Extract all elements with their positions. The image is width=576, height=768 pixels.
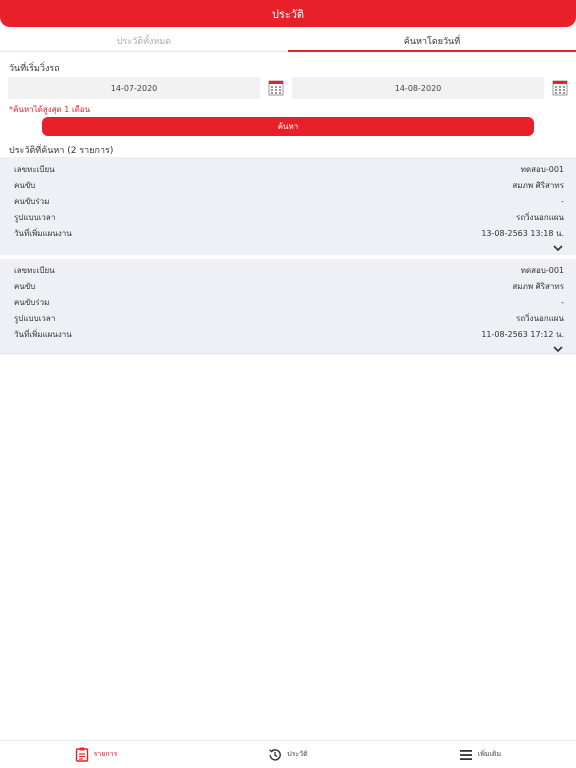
menu-icon <box>459 749 472 760</box>
card-row-driver: คนขับ สมภพ ศิริสาทร <box>14 279 564 293</box>
row-label: เลขทะเบียน <box>14 164 55 174</box>
list-clipboard-icon <box>75 747 88 762</box>
card-row-co-driver: คนขับร่วม - <box>14 295 564 309</box>
row-value: ทดสอบ-001 <box>520 164 564 174</box>
nav-item-list[interactable]: รายการ <box>0 741 192 768</box>
row-label: คนขับร่วม <box>14 196 50 206</box>
card-row-co-driver: คนขับร่วม - <box>14 194 564 208</box>
end-date-input[interactable] <box>292 77 544 99</box>
card-row-driver: คนขับ สมภพ ศิริสาทร <box>14 178 564 192</box>
row-label: วันที่เพิ่มแผนงาน <box>14 329 72 339</box>
card-row-time-type: รูปแบบเวลา รถวิ่งนอกแผน <box>14 311 564 325</box>
nav-label: เพิ่มเติม <box>477 750 502 758</box>
history-icon <box>269 748 282 761</box>
chevron-down-icon[interactable] <box>552 345 564 353</box>
card-row-plate: เลขทะเบียน ทดสอบ-001 <box>14 162 564 176</box>
row-value: 11-08-2563 17:12 น. <box>481 329 564 339</box>
start-date-input[interactable] <box>8 77 260 99</box>
row-value: รถวิ่งนอกแผน <box>516 313 564 323</box>
start-date-label: วันที่เริ่มวิ่งรถ <box>9 64 60 74</box>
row-value: - <box>561 297 564 307</box>
result-count-title: ประวัติที่ค้นหา (2 รายการ) <box>9 146 114 156</box>
tab-divider <box>0 51 288 52</box>
history-card[interactable]: เลขทะเบียน ทดสอบ-001 คนขับ สมภพ ศิริสาทร… <box>0 157 576 255</box>
nav-item-more[interactable]: เพิ่มเติม <box>384 741 576 768</box>
app-header: ประวัติ <box>0 0 576 27</box>
page-title: ประวัติ <box>271 7 305 21</box>
row-label: วันที่เพิ่มแผนงาน <box>14 228 72 238</box>
row-label: รูปแบบเวลา <box>14 313 56 323</box>
row-label: เลขทะเบียน <box>14 265 55 275</box>
nav-label: รายการ <box>93 750 118 758</box>
nav-label: ประวัติ <box>287 750 308 758</box>
row-value: สมภพ ศิริสาทร <box>512 180 564 190</box>
calendar-icon[interactable] <box>268 79 284 96</box>
card-row-plan-date: วันที่เพิ่มแผนงาน 11-08-2563 17:12 น. <box>14 327 564 341</box>
tab-search-by-date[interactable]: ค้นหาโดยวันที่ <box>288 32 576 52</box>
card-row-plate: เลขทะเบียน ทดสอบ-001 <box>14 263 564 277</box>
history-card[interactable]: เลขทะเบียน ทดสอบ-001 คนขับ สมภพ ศิริสาทร… <box>0 259 576 355</box>
row-value: ทดสอบ-001 <box>520 265 564 275</box>
tab-all-history[interactable]: ประวัติทั้งหมด <box>0 32 288 52</box>
row-value: - <box>561 196 564 206</box>
row-value: 13-08-2563 13:18 น. <box>481 228 564 238</box>
row-value: สมภพ ศิริสาทร <box>512 281 564 291</box>
card-row-plan-date: วันที่เพิ่มแผนงาน 13-08-2563 13:18 น. <box>14 226 564 240</box>
tab-bar: ประวัติทั้งหมด ค้นหาโดยวันที่ <box>0 32 576 52</box>
search-button[interactable]: ค้นหา <box>42 117 534 136</box>
chevron-down-icon[interactable] <box>552 244 564 252</box>
bottom-nav: รายการ ประวัติ เพิ่มเติม <box>0 740 576 768</box>
row-label: คนขับร่วม <box>14 297 50 307</box>
row-value: รถวิ่งนอกแผน <box>516 212 564 222</box>
row-label: รูปแบบเวลา <box>14 212 56 222</box>
card-row-time-type: รูปแบบเวลา รถวิ่งนอกแผน <box>14 210 564 224</box>
nav-item-history[interactable]: ประวัติ <box>192 741 384 768</box>
row-label: คนขับ <box>14 281 36 291</box>
calendar-icon[interactable] <box>552 79 568 96</box>
search-limit-note: *ค้นหาได้สูงสุด 1 เดือน <box>9 105 91 114</box>
row-label: คนขับ <box>14 180 36 190</box>
